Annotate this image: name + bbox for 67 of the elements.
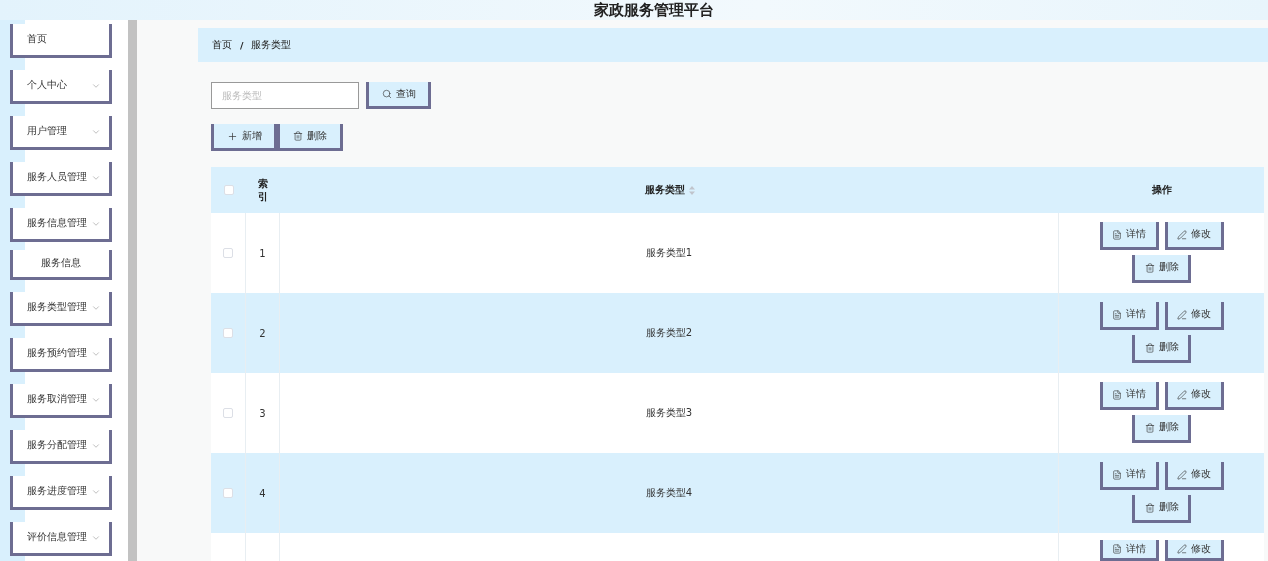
trash-icon	[1144, 502, 1155, 513]
table-cell: 服务类型3	[645, 406, 693, 420]
delete-button[interactable]: 删除	[1132, 415, 1191, 443]
pen-icon	[1177, 544, 1187, 554]
row-checkbox[interactable]	[223, 328, 233, 338]
app-title: 家政服务管理平台	[594, 0, 714, 20]
menu-item[interactable]: 服务信息管理	[10, 208, 112, 242]
table-cell: 服务类型4	[645, 486, 693, 500]
menu-item[interactable]: 服务人员管理	[10, 162, 112, 196]
menu-item[interactable]: 服务预约管理	[10, 338, 112, 372]
index-cell: 1	[259, 247, 266, 259]
detail-button[interactable]: 详情	[1099, 302, 1159, 330]
edit-button[interactable]: 修改	[1164, 462, 1224, 490]
search-button[interactable]: 查询	[366, 82, 431, 109]
breadcrumb-link[interactable]: 首页	[212, 38, 232, 52]
pen-icon	[1177, 469, 1187, 480]
column-header: 操作	[1151, 183, 1172, 197]
menu-item[interactable]: 首页	[10, 24, 112, 58]
row-checkbox[interactable]	[223, 248, 233, 258]
pen-icon	[1177, 389, 1187, 400]
detail-button[interactable]: 详情	[1099, 540, 1159, 561]
detail-button[interactable]: 详情	[1099, 462, 1159, 490]
menu-item[interactable]: 服务进度管理	[10, 476, 112, 510]
table-cell: 服务类型2	[645, 326, 693, 340]
document-icon	[1112, 469, 1122, 480]
sort-icon[interactable]	[688, 185, 695, 195]
document-icon	[1112, 544, 1122, 554]
edit-button[interactable]: 修改	[1164, 382, 1224, 410]
trash-icon	[293, 131, 303, 141]
row-checkbox[interactable]	[223, 488, 233, 498]
document-icon	[1112, 229, 1122, 240]
index-cell: 4	[259, 487, 266, 499]
row-checkbox[interactable]	[223, 408, 233, 418]
delete-button[interactable]: 删除	[1132, 495, 1191, 523]
breadcrumb-separator: /	[240, 39, 244, 51]
edit-button[interactable]: 修改	[1164, 540, 1224, 561]
index-cell: 3	[259, 407, 266, 419]
plus-icon	[226, 130, 238, 142]
menu-item[interactable]: 用户管理	[10, 116, 112, 150]
search-icon	[381, 89, 392, 99]
delete-button[interactable]: 删除	[1132, 255, 1191, 283]
breadcrumb-link[interactable]: 服务类型	[251, 38, 292, 52]
edit-button[interactable]: 修改	[1164, 222, 1224, 250]
document-icon	[1112, 309, 1122, 320]
submenu-item[interactable]: 服务信息	[10, 250, 112, 280]
menu-item[interactable]: 服务分配管理	[10, 430, 112, 464]
detail-button[interactable]: 详情	[1099, 382, 1159, 410]
menu-item[interactable]: 服务类型管理	[10, 292, 112, 326]
index-cell: 2	[259, 327, 266, 339]
column-header: 索引	[258, 177, 268, 203]
trash-icon	[1144, 342, 1155, 353]
column-header[interactable]: 服务类型	[644, 183, 685, 197]
detail-button[interactable]: 详情	[1099, 222, 1159, 250]
trash-icon	[1144, 262, 1155, 273]
delete-button[interactable]: 删除	[277, 124, 343, 151]
delete-button[interactable]: 删除	[1132, 335, 1191, 363]
menu-item[interactable]: 个人中心	[10, 70, 112, 104]
trash-icon	[1144, 422, 1155, 433]
menu-item[interactable]: 评价信息管理	[10, 522, 112, 556]
menu-item[interactable]: 服务取消管理	[10, 384, 112, 418]
document-icon	[1112, 389, 1122, 400]
pen-icon	[1177, 229, 1187, 240]
add-button[interactable]: 新增	[211, 124, 277, 151]
select-all-checkbox[interactable]	[223, 185, 234, 195]
table-cell: 服务类型1	[645, 246, 693, 260]
edit-button[interactable]: 修改	[1164, 302, 1224, 330]
pen-icon	[1177, 309, 1187, 320]
